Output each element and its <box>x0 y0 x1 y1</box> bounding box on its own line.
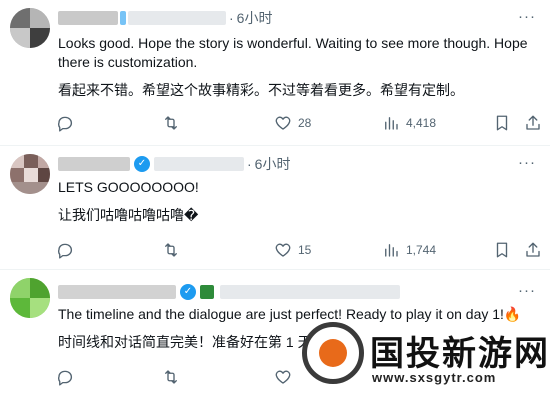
share-button[interactable] <box>524 240 542 260</box>
share-button[interactable] <box>524 113 542 133</box>
avatar[interactable] <box>10 154 50 194</box>
handle-redacted[interactable] <box>154 157 244 171</box>
action-bar: 28 4,418 <box>56 113 540 133</box>
views-button[interactable]: 1,744 <box>382 240 436 260</box>
tweet-body-zh: 看起来不错。希望这个故事精彩。不过等着看更多。希望有定制。 <box>58 82 464 98</box>
reply-icon <box>58 243 73 259</box>
like-count: 28 <box>298 116 312 130</box>
retweet-icon <box>165 243 177 257</box>
tweet-1[interactable]: · 6小时 ··· Looks good. Hope the story is … <box>0 0 550 146</box>
watermark-name: 国投新游网 <box>370 334 550 374</box>
bookmark-icon <box>496 115 508 131</box>
tweet-2[interactable]: ✓ · 6小时 ··· LETS GOOOOOOOO! 让我们咕噜咕噜咕噜� 1… <box>0 146 550 270</box>
tweet-text: LETS GOOOOOOOO! 让我们咕噜咕噜咕噜� <box>58 178 542 234</box>
reply-icon <box>58 116 73 132</box>
share-icon <box>526 242 540 257</box>
retweet-icon <box>165 370 177 384</box>
more-icon[interactable]: ··· <box>518 154 536 171</box>
handle-redacted[interactable] <box>220 285 400 299</box>
tweet-header: ✓ · 6小时 <box>58 154 290 174</box>
retweet-button[interactable] <box>162 240 180 260</box>
tweet-body-zh: 让我们咕噜咕噜咕噜� <box>58 207 199 223</box>
like-button[interactable]: 28 <box>274 113 311 133</box>
avatar[interactable] <box>10 8 50 48</box>
affiliate-badge[interactable] <box>200 285 214 299</box>
bookmark-icon <box>496 242 508 258</box>
like-button[interactable]: 15 <box>274 240 311 260</box>
verified-icon: ✓ <box>180 284 196 300</box>
like-icon <box>275 370 291 384</box>
bookmark-button[interactable] <box>493 113 511 133</box>
tweet-text: Looks good. Hope the story is wonderful.… <box>58 34 542 109</box>
like-icon <box>275 243 291 257</box>
retweet-icon <box>165 116 177 130</box>
more-icon[interactable]: ··· <box>518 8 536 25</box>
verified-icon <box>120 11 126 25</box>
views-icon <box>385 117 398 130</box>
separator-dot: · <box>247 156 252 172</box>
bookmark-button[interactable] <box>493 240 511 260</box>
timestamp[interactable]: 6小时 <box>255 154 291 174</box>
reply-button[interactable] <box>56 240 74 260</box>
watermark-url: www.sxsgytr.com <box>372 370 497 385</box>
reply-button[interactable] <box>56 367 74 387</box>
verified-icon: ✓ <box>134 156 150 172</box>
watermark: 国投新游网 www.sxsgytr.com <box>300 318 550 393</box>
timestamp[interactable]: 6小时 <box>237 8 273 28</box>
more-icon[interactable]: ··· <box>518 282 536 299</box>
tweet-header: ✓ <box>58 282 400 302</box>
avatar[interactable] <box>10 278 50 318</box>
watermark-logo-icon <box>302 322 364 384</box>
handle-redacted[interactable] <box>128 11 226 25</box>
display-name-redacted[interactable] <box>58 11 118 25</box>
views-count: 1,744 <box>406 243 437 257</box>
like-button[interactable] <box>274 367 292 387</box>
tweet-body-en: Looks good. Hope the story is wonderful.… <box>58 35 528 70</box>
action-bar: 15 1,744 <box>56 240 540 260</box>
reply-button[interactable] <box>56 113 74 133</box>
views-count: 4,418 <box>406 116 437 130</box>
display-name-redacted[interactable] <box>58 157 130 171</box>
separator-dot: · <box>229 10 234 26</box>
views-icon <box>385 244 398 257</box>
share-icon <box>526 115 540 130</box>
like-count: 15 <box>298 243 312 257</box>
tweet-body-en: LETS GOOOOOOOO! <box>58 179 199 195</box>
like-icon <box>275 116 291 130</box>
retweet-button[interactable] <box>162 367 180 387</box>
retweet-button[interactable] <box>162 113 180 133</box>
views-button[interactable]: 4,418 <box>382 113 436 133</box>
display-name-redacted[interactable] <box>58 285 176 299</box>
reply-icon <box>58 370 73 386</box>
tweet-header: · 6小时 <box>58 8 272 28</box>
